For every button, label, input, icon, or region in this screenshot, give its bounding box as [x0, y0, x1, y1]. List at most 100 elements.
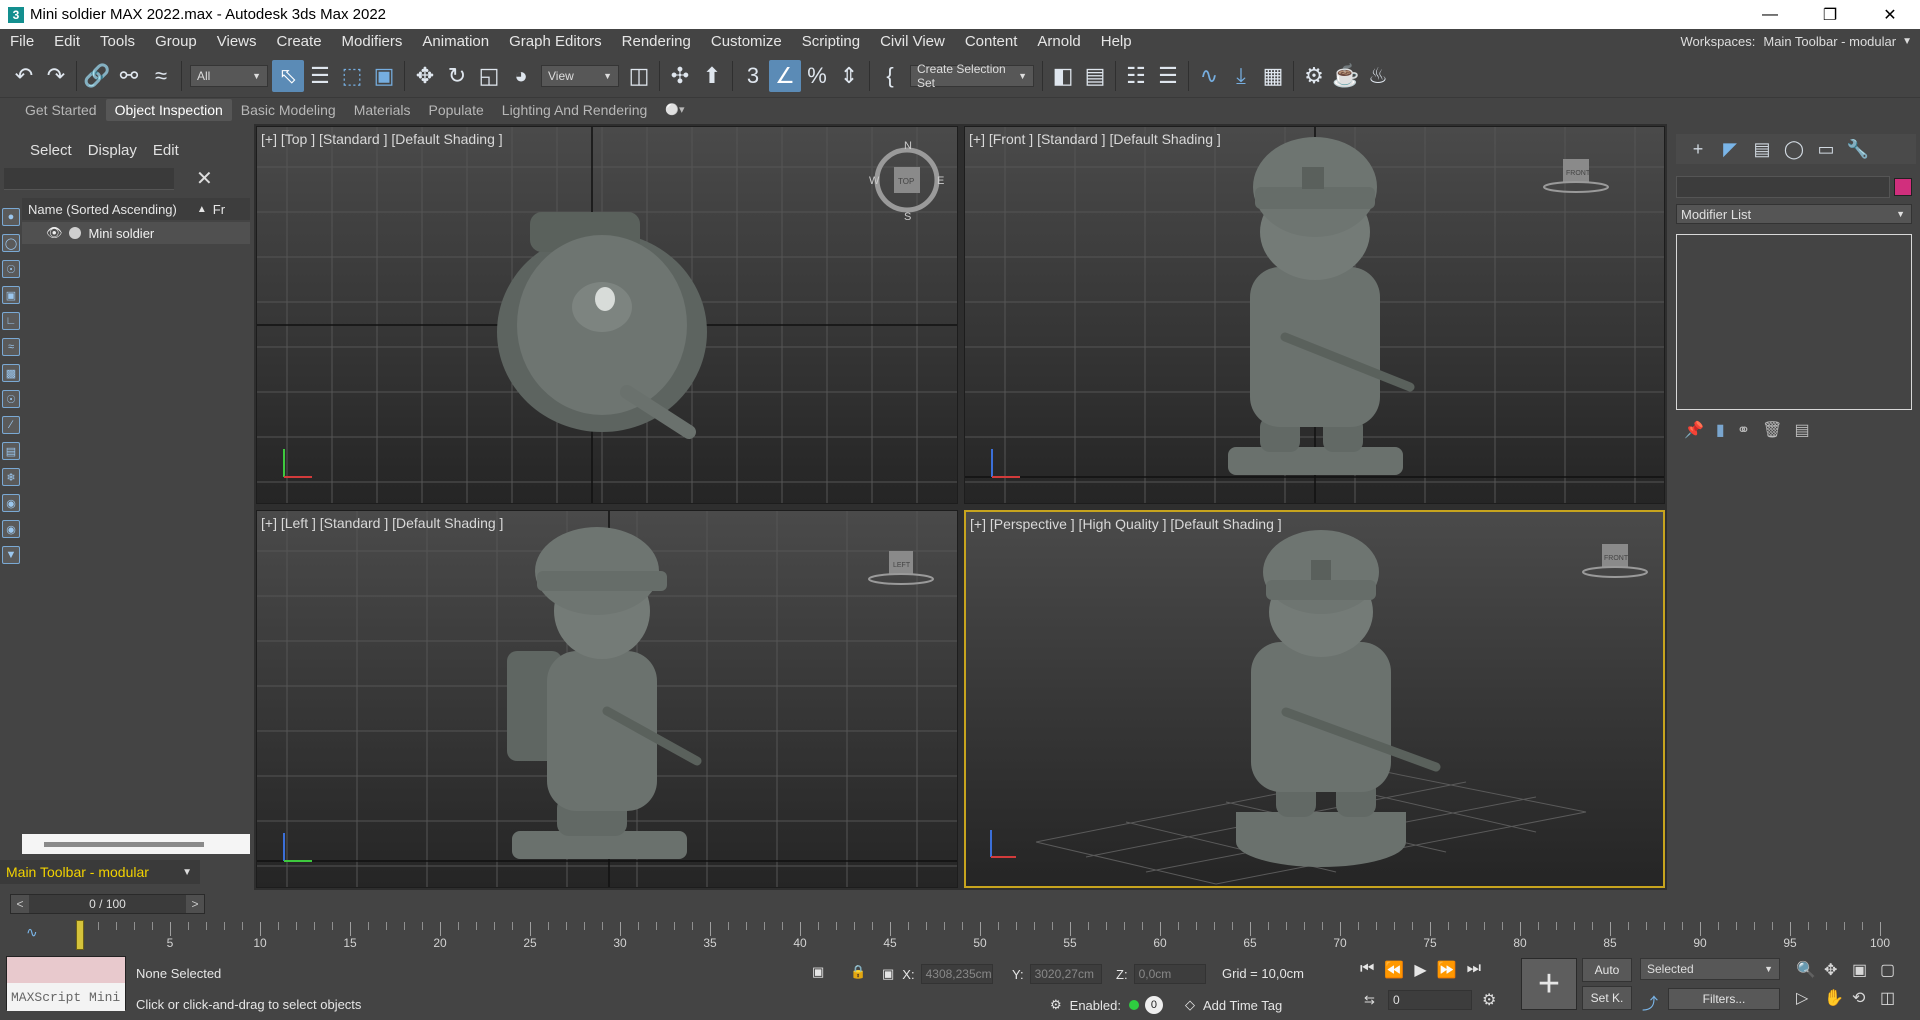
- curve-editor-icon[interactable]: ∿: [1193, 60, 1225, 92]
- menu-edit[interactable]: Edit: [44, 33, 90, 50]
- scene-explorer-toggle-icon[interactable]: ☷: [1120, 60, 1152, 92]
- create-tab-icon[interactable]: +: [1682, 139, 1714, 160]
- viewport-label[interactable]: [+] [Left ] [Standard ] [Default Shading…: [261, 515, 503, 531]
- rectangular-selection-icon[interactable]: ⬚: [336, 60, 368, 92]
- zoom-all-icon[interactable]: ✥: [1824, 960, 1852, 980]
- set-key-mode-button[interactable]: Set K.: [1582, 986, 1632, 1010]
- display-helpers-icon[interactable]: ∟: [2, 312, 20, 330]
- explorer-tab-display[interactable]: Display: [80, 142, 145, 159]
- menu-customize[interactable]: Customize: [701, 33, 792, 50]
- selection-filter-dropdown[interactable]: All ▼: [190, 65, 268, 87]
- display-tab-icon[interactable]: ▭: [1810, 139, 1842, 160]
- display-geometry-icon[interactable]: ●: [2, 208, 20, 226]
- display-lights-icon[interactable]: ☉: [2, 260, 20, 278]
- menu-file[interactable]: File: [0, 33, 44, 50]
- key-filter-dropdown[interactable]: Selected ▼: [1640, 958, 1780, 980]
- minimize-button[interactable]: —: [1740, 0, 1800, 29]
- display-containers-icon[interactable]: ▤: [2, 442, 20, 460]
- lock-selection-icon[interactable]: 🔒: [850, 964, 866, 980]
- align-icon[interactable]: ▤: [1079, 60, 1111, 92]
- x-coord-field[interactable]: 4308,235cm: [920, 964, 993, 984]
- explorer-tab-edit[interactable]: Edit: [145, 142, 187, 159]
- modifier-list-dropdown[interactable]: Modifier List ▼: [1676, 204, 1912, 224]
- column-name-header[interactable]: Name (Sorted Ascending): [28, 202, 177, 217]
- y-coord-field[interactable]: 3020,27cm: [1029, 964, 1102, 984]
- window-crossing-icon[interactable]: ▣: [368, 60, 400, 92]
- viewport-front[interactable]: [+] [Front ] [Standard ] [Default Shadin…: [964, 126, 1665, 504]
- rendered-frame-window-icon[interactable]: ☕: [1330, 60, 1362, 92]
- menu-civil-view[interactable]: Civil View: [870, 33, 955, 50]
- move-icon[interactable]: ✥: [409, 60, 441, 92]
- key-mode-icon[interactable]: ⇆: [1364, 992, 1375, 1008]
- scrollbar-thumb[interactable]: [44, 842, 204, 847]
- display-cameras-icon[interactable]: ▣: [2, 286, 20, 304]
- pin-stack-icon[interactable]: 📌: [1684, 420, 1704, 440]
- z-coord-field[interactable]: 0,0cm: [1133, 964, 1206, 984]
- mirror-icon[interactable]: ◧: [1047, 60, 1079, 92]
- menu-graph-editors[interactable]: Graph Editors: [499, 33, 612, 50]
- select-manipulate-icon[interactable]: ✣: [664, 60, 696, 92]
- viewport-label[interactable]: [+] [Top ] [Standard ] [Default Shading …: [261, 131, 503, 147]
- object-color-swatch[interactable]: [1894, 178, 1912, 196]
- workspaces-value[interactable]: Main Toolbar - modular: [1763, 34, 1896, 49]
- filter-icon[interactable]: ▼: [2, 546, 20, 564]
- key-filters-button[interactable]: Filters...: [1668, 988, 1780, 1010]
- curve-editor-mini-icon[interactable]: ∿: [26, 924, 38, 941]
- menu-tools[interactable]: Tools: [90, 33, 145, 50]
- close-button[interactable]: ✕: [1860, 0, 1920, 29]
- time-slider-next-button[interactable]: >: [186, 895, 204, 913]
- motion-tab-icon[interactable]: ◯: [1778, 139, 1810, 160]
- time-configuration-icon[interactable]: ⚙: [1482, 990, 1496, 1010]
- bind-space-warp-icon[interactable]: ≈: [145, 60, 177, 92]
- percent-snap-icon[interactable]: %: [801, 60, 833, 92]
- keyboard-shortcut-override-icon[interactable]: ⬆: [696, 60, 728, 92]
- redo-icon[interactable]: ↷: [40, 60, 72, 92]
- named-selection-set-dropdown[interactable]: Create Selection Set ▼: [910, 62, 1034, 90]
- orbit-icon[interactable]: ⟲: [1852, 988, 1880, 1008]
- menu-rendering[interactable]: Rendering: [612, 33, 701, 50]
- auto-key-button[interactable]: Auto: [1582, 958, 1632, 982]
- display-xrefs-icon[interactable]: ☉: [2, 390, 20, 408]
- maxscript-listener[interactable]: MAXScript Mini: [6, 956, 126, 1011]
- maxscript-input[interactable]: MAXScript Mini: [7, 983, 125, 1011]
- menu-animation[interactable]: Animation: [412, 33, 499, 50]
- display-shapes-icon[interactable]: ◯: [2, 234, 20, 252]
- modifier-stack[interactable]: [1676, 234, 1912, 410]
- modify-tab-icon[interactable]: ◤: [1714, 139, 1746, 160]
- schematic-view-icon[interactable]: ▦: [1257, 60, 1289, 92]
- list-item[interactable]: 👁 Mini soldier: [22, 222, 250, 244]
- workspaces-selector[interactable]: Workspaces: Main Toolbar - modular ▼: [1680, 29, 1912, 54]
- time-slider-prev-button[interactable]: <: [11, 895, 29, 913]
- undo-icon[interactable]: ↶: [8, 60, 40, 92]
- eye-icon[interactable]: 👁: [46, 225, 63, 241]
- explorer-tab-select[interactable]: Select: [22, 142, 80, 159]
- configure-modifier-sets-icon[interactable]: ▤: [1794, 420, 1809, 440]
- rotate-icon[interactable]: ↻: [441, 60, 473, 92]
- menu-group[interactable]: Group: [145, 33, 207, 50]
- viewport-left[interactable]: [+] [Left ] [Standard ] [Default Shading…: [256, 510, 958, 888]
- current-frame-field[interactable]: 0: [1388, 990, 1472, 1010]
- isolate-selection-icon[interactable]: ▣: [812, 964, 824, 980]
- time-slider[interactable]: < 0 / 100 >: [10, 894, 205, 914]
- menu-scripting[interactable]: Scripting: [792, 33, 870, 50]
- show-end-result-icon[interactable]: ▮: [1716, 420, 1725, 440]
- spinner-snap-icon[interactable]: ⇕: [833, 60, 865, 92]
- adaptive-degradation[interactable]: ⚙ Enabled: 0 ◇ Add Time Tag: [1050, 996, 1282, 1014]
- ribbon-tab-populate[interactable]: Populate: [420, 99, 493, 121]
- viewport-label[interactable]: [+] [Front ] [Standard ] [Default Shadin…: [969, 131, 1221, 147]
- ribbon-tab-object-inspection[interactable]: Object Inspection: [105, 98, 232, 121]
- render-setup-icon[interactable]: ⚙: [1298, 60, 1330, 92]
- display-particles-icon[interactable]: ❄: [2, 468, 20, 486]
- previous-frame-icon[interactable]: ⏪: [1384, 960, 1404, 980]
- viewport-perspective[interactable]: [+] [Perspective ] [High Quality ] [Defa…: [964, 510, 1665, 888]
- zoom-extents-all-icon[interactable]: ▢: [1880, 960, 1908, 980]
- explorer-column-header[interactable]: Name (Sorted Ascending) ▲ Fr: [22, 198, 250, 220]
- ribbon-tab-basic-modeling[interactable]: Basic Modeling: [232, 99, 345, 121]
- angle-snap-icon[interactable]: ∠: [769, 60, 801, 92]
- snaps-toggle-icon[interactable]: 3: [737, 60, 769, 92]
- pivot-center-icon[interactable]: ◫: [623, 60, 655, 92]
- horizontal-scrollbar[interactable]: [22, 834, 250, 854]
- go-to-end-icon[interactable]: ⏭: [1467, 960, 1481, 980]
- add-time-tag-label[interactable]: Add Time Tag: [1203, 998, 1282, 1013]
- menu-create[interactable]: Create: [267, 33, 332, 50]
